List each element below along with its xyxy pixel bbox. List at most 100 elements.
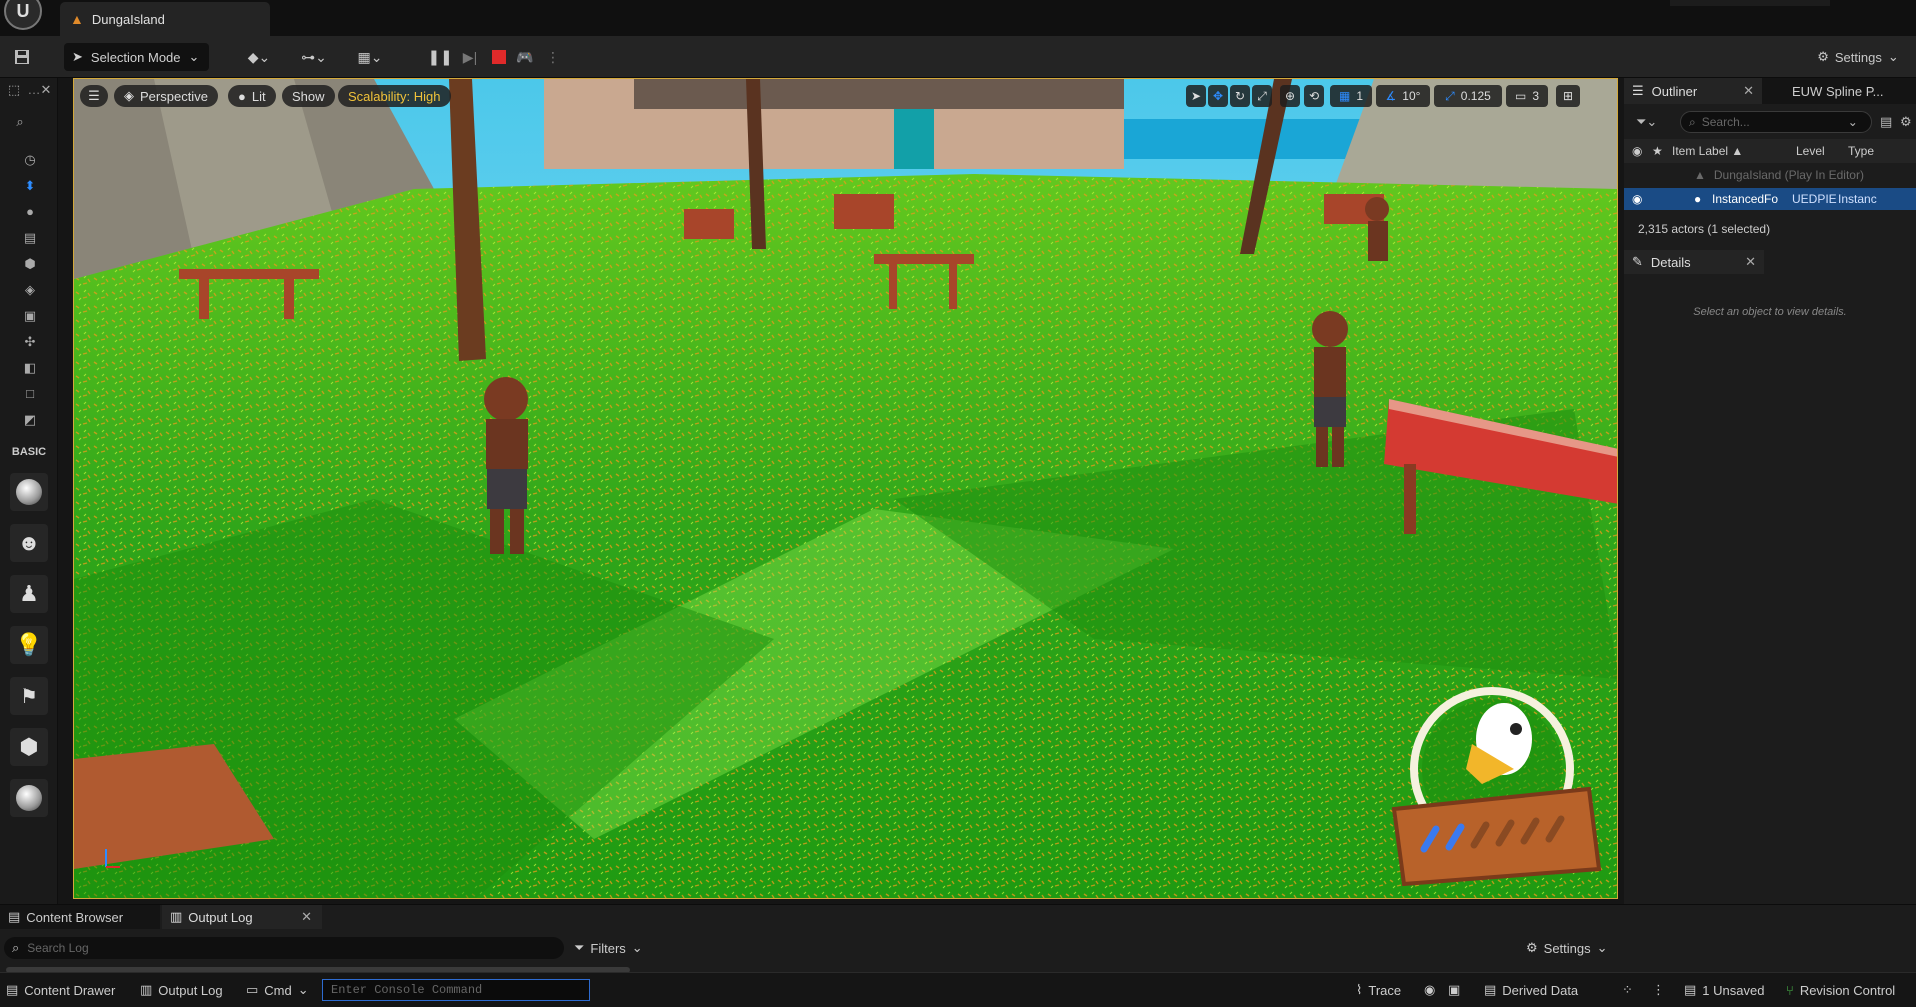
all-classes-icon[interactable]: ✣ — [22, 334, 38, 350]
unsaved-button[interactable]: ▤ 1 Unsaved — [1684, 973, 1764, 1007]
cmd-dropdown[interactable]: ▭ Cmd ⌄ — [246, 973, 309, 1007]
game-scene[interactable] — [74, 79, 1618, 899]
outliner-search[interactable]: ⌕ ⌄ — [1680, 111, 1872, 133]
blueprint-button[interactable]: ⊶⌄ — [294, 43, 334, 71]
tab-outliner[interactable]: ☰ Outliner ✕ — [1624, 78, 1762, 104]
star-icon[interactable]: ★ — [1652, 144, 1672, 158]
record-button[interactable]: ◉ — [1424, 973, 1435, 1007]
surface-snap-button[interactable]: ⟲ — [1304, 85, 1324, 107]
chevron-down-icon: ⌄ — [631, 940, 643, 955]
actor-sphere[interactable] — [10, 779, 48, 817]
settings-button[interactable]: ⚙ Settings ⌄ — [1808, 43, 1908, 71]
search-log-input[interactable] — [27, 941, 528, 955]
show-button[interactable]: Show — [282, 85, 335, 107]
visual-effects-icon[interactable]: ⬢ — [22, 256, 38, 272]
add-actor-button[interactable]: ◆⌄ — [240, 43, 278, 71]
actor-cube[interactable]: ⬢ — [10, 728, 48, 766]
close-icon[interactable]: ✕ — [1743, 83, 1754, 99]
plane-icon[interactable]: □ — [22, 386, 38, 402]
cube-icon[interactable]: ◩ — [22, 412, 38, 428]
scale-snap-button[interactable]: ⤢ 0.125 — [1434, 85, 1502, 107]
perspective-button[interactable]: ◈ Perspective — [114, 85, 218, 107]
outliner-header: ◉ ★ Item Label ▲ Level Type — [1624, 139, 1916, 163]
actor-point-light[interactable]: 💡 — [10, 626, 48, 664]
status-more-button[interactable]: ⋮ — [1652, 973, 1665, 1007]
select-tool-button[interactable]: ➤ — [1186, 85, 1206, 107]
log-settings-button[interactable]: ⚙ Settings ⌄ — [1526, 937, 1608, 959]
derived-data-button[interactable]: ▤ Derived Data — [1484, 973, 1578, 1007]
angle-snap-button[interactable]: ∡ 10° — [1376, 85, 1430, 107]
play-options-button[interactable]: ⋮ — [546, 43, 560, 71]
lights-icon[interactable]: ● — [22, 204, 38, 220]
content-drawer-button[interactable]: ▤ Content Drawer — [6, 973, 115, 1007]
actor-character[interactable]: ☻ — [10, 524, 48, 562]
outliner-row-world[interactable]: ▲ DungaIsland (Play In Editor) — [1624, 164, 1916, 186]
tab-content-browser[interactable]: ▤ Content Browser — [0, 905, 160, 929]
tab-details[interactable]: ✎ Details ✕ — [1624, 250, 1764, 274]
rotate-tool-button[interactable]: ↻ — [1230, 85, 1250, 107]
trace-button[interactable]: ⌇ Trace — [1356, 973, 1401, 1007]
record-icon: ◉ — [1424, 982, 1436, 997]
visibility-icon[interactable]: ◉ — [1632, 144, 1652, 158]
console-command-input[interactable] — [331, 983, 581, 997]
scale-tool-button[interactable]: ⤢ — [1252, 85, 1272, 107]
outliner-row-selected[interactable]: ◉ ● InstancedFo UEDPIE Instanc — [1624, 188, 1916, 210]
actor-player-start[interactable]: ⚑ — [10, 677, 48, 715]
viewport-layout-button[interactable]: ⊞ — [1556, 85, 1580, 107]
possess-button[interactable]: 🎮 — [512, 43, 538, 71]
console-command-box[interactable] — [322, 979, 590, 1001]
volumes-icon[interactable]: ▣ — [22, 308, 38, 324]
cinematic-icon[interactable]: ▤ — [22, 230, 38, 246]
basic-category-icon[interactable]: ⬍ — [22, 178, 38, 194]
screenshot-button[interactable]: ▣ — [1448, 973, 1460, 1007]
actor-pawn[interactable]: ♟ — [10, 575, 48, 613]
col-type[interactable]: Type — [1848, 144, 1874, 158]
actor-empty[interactable] — [10, 473, 48, 511]
level-viewport[interactable]: ☰ ◈ Perspective ● Lit Show Scalability: … — [73, 78, 1618, 899]
trace-label: Trace — [1368, 982, 1402, 998]
add-folder-button[interactable]: ▤ — [1880, 114, 1892, 130]
pause-icon: ❚❚ — [427, 49, 453, 66]
stop-icon — [492, 50, 506, 64]
unreal-logo-icon[interactable]: U — [4, 0, 42, 30]
close-icon[interactable]: ✕ — [301, 909, 312, 925]
shapes-icon[interactable]: ◧ — [22, 360, 38, 376]
tab-output-log[interactable]: ▥ Output Log ✕ — [162, 905, 322, 929]
search-icon[interactable]: ⌕ — [12, 114, 28, 130]
filter-button[interactable]: ⏷⌄ — [1636, 114, 1657, 130]
pause-button[interactable]: ❚❚ — [427, 43, 453, 71]
step-frame-button[interactable]: ▶| — [458, 43, 482, 71]
save-button[interactable] — [10, 43, 34, 71]
revision-control-button[interactable]: ⑂ Revision Control — [1786, 973, 1895, 1007]
outliner-settings-button[interactable]: ⚙ — [1900, 114, 1912, 130]
filters-button[interactable]: ⏷ Filters ⌄ — [574, 937, 643, 959]
output-log-button[interactable]: ▥ Output Log — [140, 973, 223, 1007]
translate-tool-button[interactable]: ✥ — [1208, 85, 1228, 107]
geometry-icon[interactable]: ◈ — [22, 282, 38, 298]
grid-snap-button[interactable]: ▦ 1 — [1330, 85, 1372, 107]
stop-button[interactable] — [487, 43, 511, 71]
close-icon[interactable]: ✕ — [38, 82, 54, 98]
search-log[interactable]: ⌕ — [4, 937, 564, 959]
tab-level[interactable]: ▲ DungaIsland — [60, 2, 270, 36]
outliner-search-input[interactable] — [1701, 115, 1842, 129]
recent-icon[interactable]: ◷ — [22, 152, 38, 168]
save-icon — [15, 50, 29, 64]
tab-euw-spline[interactable]: EUW Spline P... — [1792, 78, 1884, 104]
cinematics-button[interactable]: ▦⌄ — [350, 43, 390, 71]
camera-speed-button[interactable]: ▭ 3 — [1506, 85, 1548, 107]
titlebar-strip — [1670, 0, 1830, 6]
source-control-button[interactable]: ⁘ — [1622, 973, 1633, 1007]
col-item-label[interactable]: Item Label ▲ — [1672, 144, 1796, 158]
lit-button[interactable]: ● Lit — [228, 85, 276, 107]
place-actors-icon[interactable]: ⬚ — [6, 82, 22, 98]
close-icon[interactable]: ✕ — [1745, 254, 1756, 270]
scalability-warning[interactable]: Scalability: High — [338, 85, 451, 107]
col-level[interactable]: Level — [1796, 144, 1848, 158]
viewport-menu-button[interactable]: ☰ — [80, 85, 108, 107]
visibility-icon[interactable]: ◉ — [1632, 192, 1694, 206]
selection-mode-dropdown[interactable]: ➤ Selection Mode ⌄ — [64, 43, 209, 71]
world-local-toggle[interactable]: ⊕ — [1280, 85, 1300, 107]
place-actors-panel: ⬚ … ✕ ⌕ ◷ ⬍ ● ▤ ⬢ ◈ ▣ ✣ ◧ □ ◩ BASIC ☻ ♟ … — [0, 78, 58, 904]
hamburger-icon: ☰ — [88, 88, 100, 103]
